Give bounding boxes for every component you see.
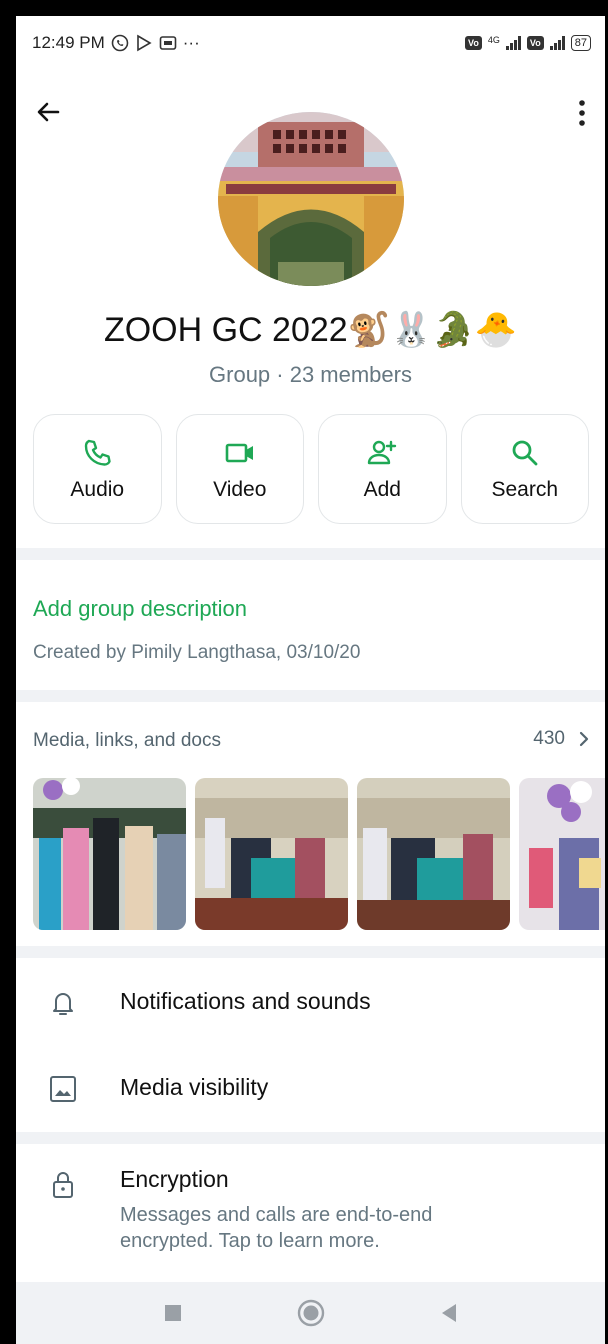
group-info-screen: 12:49 PM ··· Vo 4G Vo 87 ZOOH GC 2022🐒🐰🐊… [16, 16, 605, 1344]
signal-icon-2 [549, 36, 565, 50]
volte-badge-2: Vo [526, 36, 544, 50]
home-icon[interactable] [297, 1299, 325, 1327]
search-icon [512, 440, 538, 466]
search-button[interactable]: Search [460, 414, 589, 524]
encryption-title: Encryption [120, 1166, 229, 1192]
signal-icon-1 [505, 36, 521, 50]
battery-icon: 87 [570, 35, 591, 51]
section-divider [16, 1132, 605, 1144]
add-label: Add [363, 478, 401, 501]
group-member-count: Group · 23 members [209, 362, 412, 387]
search-label: Search [491, 478, 559, 501]
media-count-link[interactable]: 430 [533, 728, 589, 750]
back-nav-icon[interactable] [440, 1303, 458, 1323]
encryption-description: Messages and calls are end-to-end encryp… [120, 1204, 433, 1252]
vpn-icon [159, 36, 177, 50]
add-member-button[interactable]: Add [318, 414, 447, 524]
media-thumbnail[interactable] [519, 778, 605, 930]
media-count: 430 [533, 728, 565, 749]
image-icon [50, 1076, 76, 1102]
action-buttons: Audio Video Add Search [33, 414, 589, 524]
section-divider [16, 548, 605, 560]
video-call-button[interactable]: Video [175, 414, 304, 524]
media-visibility-row[interactable]: Media visibility [16, 1068, 605, 1128]
chevron-right-icon [579, 731, 589, 747]
group-name: ZOOH GC 2022🐒🐰🐊🐣 [103, 311, 518, 349]
system-nav-bar [16, 1282, 605, 1344]
status-bar: 12:49 PM ··· Vo 4G Vo 87 [16, 16, 605, 70]
audio-call-button[interactable]: Audio [33, 414, 162, 524]
media-thumbnails [33, 778, 605, 930]
media-thumbnail[interactable] [195, 778, 348, 930]
add-person-icon [368, 440, 397, 465]
media-section-title[interactable]: Media, links, and docs [33, 730, 221, 752]
network-type: 4G [487, 35, 500, 45]
video-label: Video [213, 478, 267, 501]
media-thumbnail[interactable] [357, 778, 510, 930]
add-group-description-link[interactable]: Add group description [33, 596, 247, 622]
volte-badge-1: Vo [465, 36, 482, 50]
status-time: 12:49 PM [32, 33, 105, 52]
play-store-icon [136, 34, 152, 52]
whatsapp-icon [111, 34, 129, 52]
phone-icon [85, 439, 111, 466]
encryption-row[interactable]: Encryption Messages and calls are end-to… [16, 1166, 605, 1266]
audio-label: Audio [70, 478, 125, 501]
more-notifications: ··· [182, 33, 200, 52]
recents-icon[interactable] [164, 1304, 182, 1322]
lock-icon [53, 1172, 73, 1198]
media-thumbnail[interactable] [33, 778, 186, 930]
notifications-row[interactable]: Notifications and sounds [16, 982, 605, 1042]
media-visibility-label: Media visibility [120, 1074, 269, 1100]
video-icon [225, 443, 253, 463]
group-avatar[interactable] [218, 112, 404, 286]
back-arrow-icon[interactable] [32, 96, 64, 128]
bell-icon [53, 993, 73, 1015]
section-divider [16, 690, 605, 702]
section-divider [16, 946, 605, 958]
gate-photo [218, 112, 404, 286]
more-options-icon[interactable] [577, 98, 587, 128]
created-by-text: Created by Pimily Langthasa, 03/10/20 [33, 642, 361, 663]
notifications-label: Notifications and sounds [120, 988, 371, 1014]
